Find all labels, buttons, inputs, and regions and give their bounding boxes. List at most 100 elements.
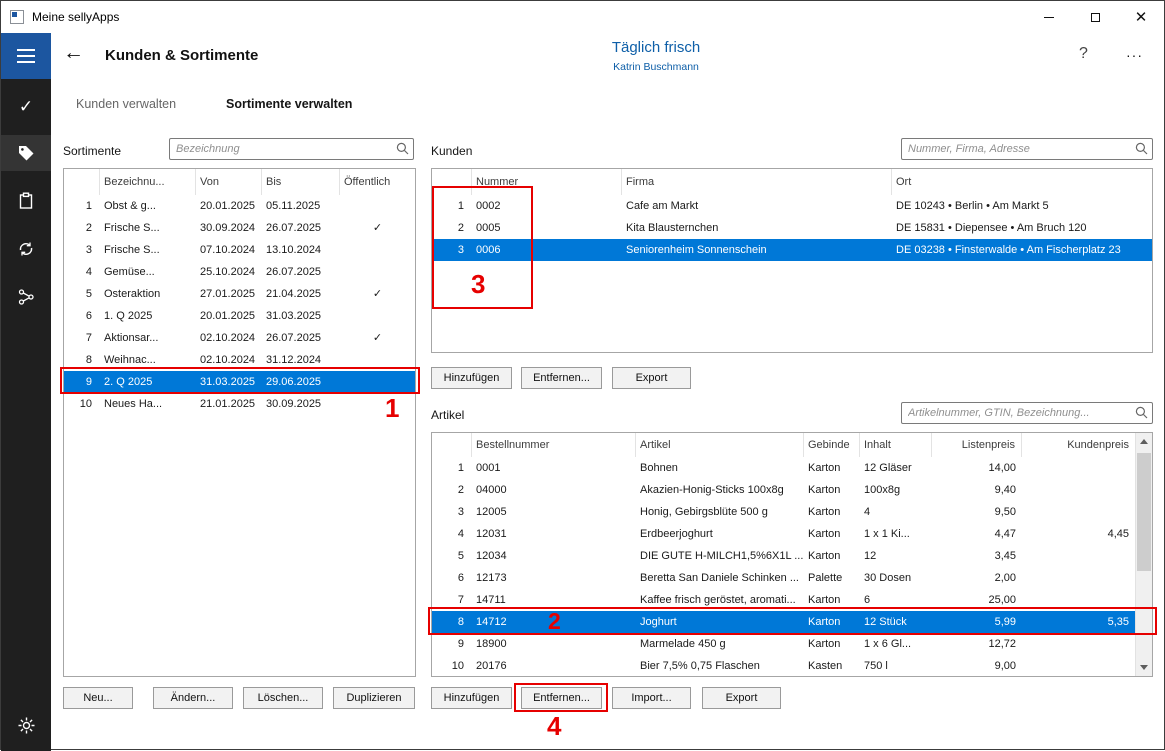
kunden-label: Kunden (431, 144, 472, 158)
sidebar-item-share[interactable] (1, 279, 51, 315)
table-row[interactable]: 5Osteraktion27.01.202521.04.2025✓ (64, 283, 415, 305)
table-row[interactable]: 814712JoghurtKarton12 Stück5,995,35 (432, 611, 1135, 633)
table-cell: DE 03238 • Finsterwalde • Am Fischerplat… (892, 239, 1152, 261)
table-row[interactable]: 10002Cafe am MarktDE 10243 • Berlin • Am… (432, 195, 1152, 217)
column-header[interactable]: Bis (262, 169, 340, 195)
sortimente-table: Bezeichnu...VonBisÖffentlich1Obst & g...… (63, 168, 416, 677)
kunden-hinzufuegen-button[interactable]: Hinzufügen (431, 367, 512, 389)
table-cell: Palette (804, 567, 860, 589)
table-row[interactable]: 1Obst & g...20.01.202505.11.2025 (64, 195, 415, 217)
artikel-export-button[interactable]: Export (702, 687, 781, 709)
column-header[interactable]: Firma (622, 169, 892, 195)
loeschen-button[interactable]: Löschen... (243, 687, 323, 709)
help-button[interactable]: ? (1079, 45, 1088, 63)
table-cell: 12173 (472, 567, 636, 589)
scroll-up-button[interactable] (1136, 433, 1152, 450)
table-cell: 12005 (472, 501, 636, 523)
table-row[interactable]: 10001BohnenKarton12 Gläser14,00 (432, 457, 1135, 479)
column-header[interactable] (432, 169, 472, 195)
table-cell: 5 (432, 545, 472, 567)
column-header[interactable]: Ort (892, 169, 1152, 195)
artikel-search-input[interactable] (901, 402, 1153, 424)
column-header[interactable]: Listenpreis (932, 433, 1022, 457)
table-row[interactable]: 3Frische S...07.10.202413.10.2024 (64, 239, 415, 261)
table-cell: ✓ (340, 283, 415, 305)
column-header[interactable]: Bezeichnu... (100, 169, 196, 195)
table-cell: Erdbeerjoghurt (636, 523, 804, 545)
table-cell: 4,45 (1022, 523, 1135, 545)
table-row[interactable]: 512034DIE GUTE H-MILCH1,5%6X1L ...Karton… (432, 545, 1135, 567)
kunden-export-button[interactable]: Export (612, 367, 691, 389)
scrollbar[interactable] (1135, 433, 1152, 676)
kunden-entfernen-button[interactable]: Entfernen... (521, 367, 602, 389)
table-cell: 4,47 (932, 523, 1022, 545)
column-header[interactable]: Kundenpreis (1022, 433, 1135, 457)
hamburger-button[interactable] (1, 33, 51, 79)
neu-button[interactable]: Neu... (63, 687, 133, 709)
column-header[interactable]: Artikel (636, 433, 804, 457)
table-row[interactable]: 30006Seniorenheim SonnenscheinDE 03238 •… (432, 239, 1152, 261)
table-row[interactable]: 1020176Bier 7,5% 0,75 FlaschenKasten750 … (432, 655, 1135, 677)
table-row[interactable]: 612173Beretta San Daniele Schinken ...Pa… (432, 567, 1135, 589)
artikel-entfernen-button[interactable]: Entfernen... (521, 687, 602, 709)
column-header[interactable]: Gebinde (804, 433, 860, 457)
sidebar-item-sync[interactable] (1, 231, 51, 267)
sidebar-item-kunden-sortimente[interactable] (1, 135, 51, 171)
column-header[interactable]: Öffentlich (340, 169, 415, 195)
column-header[interactable] (432, 433, 472, 457)
table-cell: 25.10.2024 (196, 261, 262, 283)
table-row[interactable]: 61. Q 202520.01.202531.03.2025 (64, 305, 415, 327)
table-row[interactable]: 412031ErdbeerjoghurtKarton1 x 1 Ki...4,4… (432, 523, 1135, 545)
table-row[interactable]: 918900Marmelade 450 gKarton1 x 6 Gl...12… (432, 633, 1135, 655)
table-cell: 12 Stück (860, 611, 932, 633)
column-header[interactable] (64, 169, 100, 195)
table-row[interactable]: 92. Q 202531.03.202529.06.2025 (64, 371, 415, 393)
artikel-import-button[interactable]: Import... (612, 687, 691, 709)
table-row[interactable]: 8Weihnac...02.10.202431.12.2024 (64, 349, 415, 371)
menu-icon (17, 49, 35, 51)
table-cell: 12031 (472, 523, 636, 545)
artikel-hinzufuegen-button[interactable]: Hinzufügen (431, 687, 512, 709)
sortimente-search-input[interactable] (169, 138, 414, 160)
table-cell: 7 (432, 589, 472, 611)
table-row[interactable]: 7Aktionsar...02.10.202426.07.2025✓ (64, 327, 415, 349)
sidebar-item-tasks[interactable]: ✓ (1, 89, 51, 125)
table-row[interactable]: 714711Kaffee frisch geröstet, aromati...… (432, 589, 1135, 611)
table-cell (1022, 589, 1135, 611)
table-row[interactable]: 4Gemüse...25.10.202426.07.2025 (64, 261, 415, 283)
table-cell: 30.09.2025 (262, 393, 340, 415)
table-cell: DIE GUTE H-MILCH1,5%6X1L ... (636, 545, 804, 567)
kunden-search-input[interactable] (901, 138, 1153, 160)
table-cell: 12 Gläser (860, 457, 932, 479)
tab-sortimente-verwalten[interactable]: Sortimente verwalten (226, 97, 352, 111)
aendern-button[interactable]: Ändern... (153, 687, 233, 709)
maximize-button[interactable] (1072, 1, 1118, 33)
table-row[interactable]: 2Frische S...30.09.202426.07.2025✓ (64, 217, 415, 239)
table-cell: 21.04.2025 (262, 283, 340, 305)
table-cell: Karton (804, 457, 860, 479)
table-row[interactable]: 20005Kita BlausternchenDE 15831 • Diepen… (432, 217, 1152, 239)
table-cell: 20.01.2025 (196, 195, 262, 217)
close-button[interactable]: ✕ (1118, 1, 1164, 33)
column-header[interactable]: Von (196, 169, 262, 195)
table-cell: 3 (64, 239, 100, 261)
column-header[interactable]: Bestellnummer (472, 433, 636, 457)
sidebar-item-clipboard[interactable] (1, 183, 51, 219)
kunden-table: NummerFirmaOrt10002Cafe am MarktDE 10243… (431, 168, 1153, 353)
scroll-down-button[interactable] (1136, 659, 1152, 676)
table-cell: 9,40 (932, 479, 1022, 501)
table-row[interactable]: 10Neues Ha...21.01.202530.09.2025 (64, 393, 415, 415)
table-row[interactable]: 312005Honig, Gebirgsblüte 500 gKarton49,… (432, 501, 1135, 523)
tab-kunden-verwalten[interactable]: Kunden verwalten (76, 97, 176, 111)
duplizieren-button[interactable]: Duplizieren (333, 687, 415, 709)
close-icon: ✕ (1135, 10, 1148, 25)
back-button[interactable]: ← (63, 42, 84, 63)
table-row[interactable]: 204000Akazien-Honig-Sticks 100x8gKarton1… (432, 479, 1135, 501)
sidebar-item-settings[interactable] (1, 707, 51, 743)
column-header[interactable]: Nummer (472, 169, 622, 195)
scrollbar-thumb[interactable] (1137, 453, 1151, 571)
column-header[interactable]: Inhalt (860, 433, 932, 457)
more-button[interactable]: ··· (1126, 47, 1143, 63)
minimize-button[interactable] (1026, 1, 1072, 33)
table-cell: 29.06.2025 (262, 371, 340, 393)
